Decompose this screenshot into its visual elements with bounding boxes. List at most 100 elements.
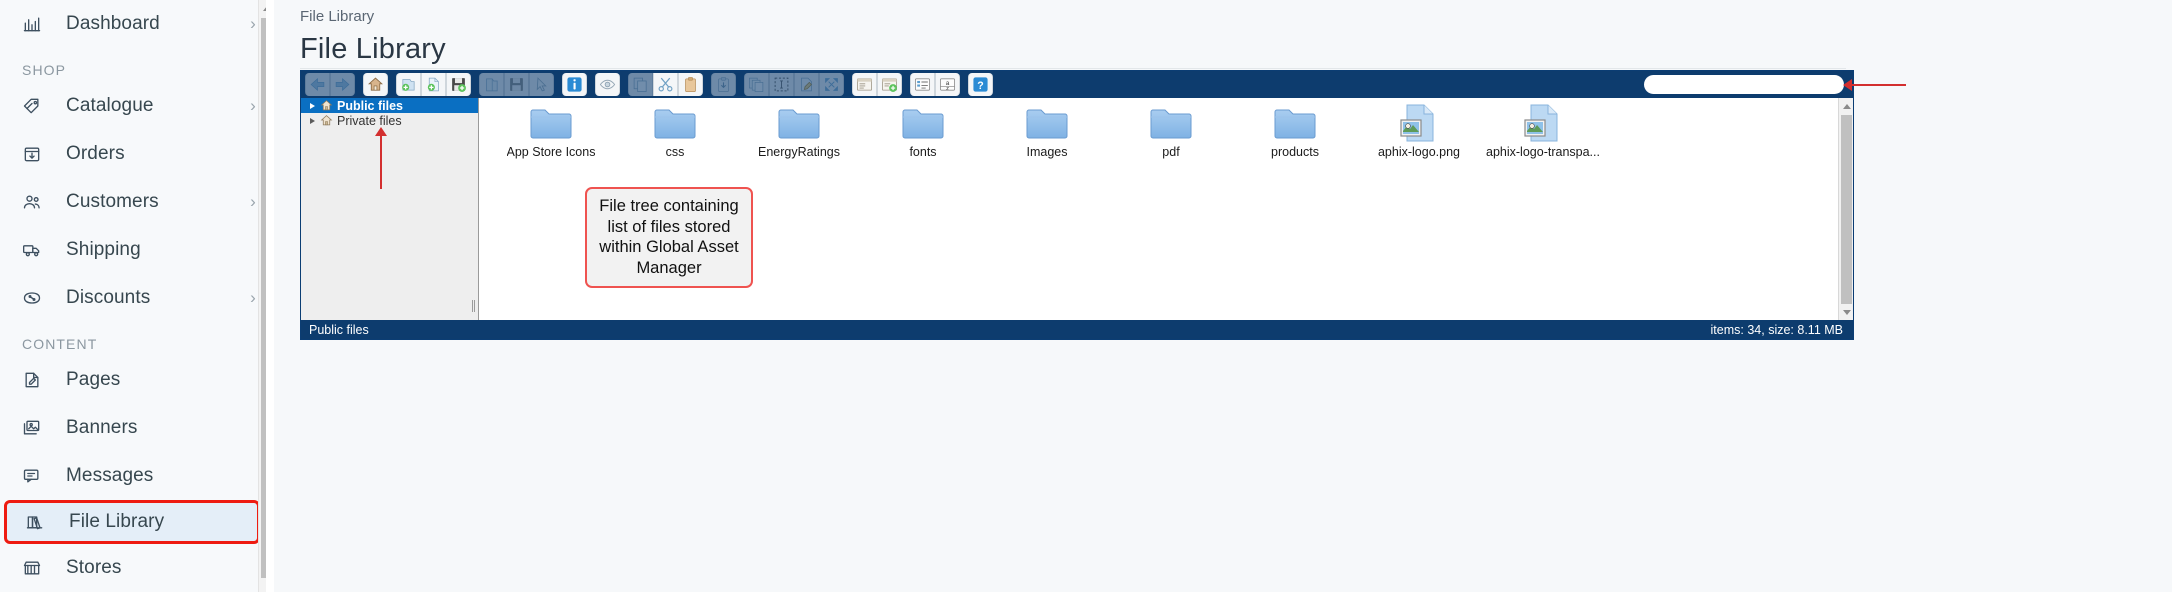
paste-special-button [711, 73, 736, 96]
file-grid-item-label: fonts [909, 145, 937, 159]
open-folder-icon [483, 76, 500, 93]
home-icon [367, 76, 384, 93]
file-grid-item[interactable]: products [1233, 104, 1357, 162]
tree-resize-handle[interactable] [472, 300, 476, 312]
file-manager-body: Public files Private files App Store Icon… [301, 98, 1853, 320]
sidebar-scroll-up-arrow[interactable] [259, 0, 266, 17]
file-manager-statusbar: Public files items: 34, size: 8.11 MB [301, 320, 1853, 339]
sidebar-scroll-thumb[interactable] [261, 18, 266, 578]
list-view-button[interactable] [910, 73, 935, 96]
tree-expand-arrow-icon[interactable] [307, 117, 318, 124]
file-grid-item-label: App Store Icons [506, 145, 596, 159]
file-grid-item[interactable]: EnergyRatings [737, 104, 861, 162]
breadcrumb[interactable]: File Library [300, 0, 1900, 25]
eye-icon [599, 76, 616, 93]
users-icon [22, 192, 56, 212]
file-grid-scrollbar[interactable] [1838, 98, 1853, 320]
toolbar-group: ? [968, 73, 993, 96]
file-grid-item[interactable]: aphix-logo.png [1357, 104, 1481, 162]
sidebar-item-label: Dashboard [66, 13, 160, 34]
marquee-select-icon [773, 76, 790, 93]
sidebar-scrollbar[interactable] [258, 0, 266, 592]
resize-button [819, 73, 844, 96]
tag-icon [22, 96, 56, 116]
paste-button[interactable] [678, 73, 703, 96]
sidebar-item-catalogue[interactable]: Catalogue › [0, 82, 266, 130]
rename-button [794, 73, 819, 96]
tree-node-label: Private files [337, 113, 402, 128]
tree-node-private-files[interactable]: Private files [301, 113, 478, 128]
sidebar-item-messages[interactable]: Messages [0, 452, 266, 500]
toolbar-group [479, 73, 554, 96]
file-grid-item-label: products [1271, 145, 1319, 159]
home-folder-icon [318, 99, 334, 112]
clipboard-down-icon [715, 76, 732, 93]
file-library-icon [25, 512, 59, 532]
help-button[interactable]: ? [968, 73, 993, 96]
tree-expand-arrow-icon[interactable] [307, 102, 318, 109]
home-button[interactable] [363, 73, 388, 96]
window-button[interactable] [852, 73, 877, 96]
sidebar-item-banners[interactable]: Banners [0, 404, 266, 452]
sidebar-item-label: Customers [66, 191, 159, 212]
file-grid-item[interactable]: css [613, 104, 737, 162]
cut-button[interactable] [653, 73, 678, 96]
percent-tag-icon [22, 288, 56, 308]
sidebar-item-label: File Library [69, 511, 165, 532]
new-folder-button[interactable] [396, 73, 421, 96]
sidebar-item-discounts[interactable]: Discounts › [0, 274, 266, 322]
save-button [504, 73, 529, 96]
copy-icon [632, 76, 649, 93]
sidebar-item-orders[interactable]: Orders [0, 130, 266, 178]
toolbar-group [595, 73, 620, 96]
toolbar-callout-leader-line [1850, 84, 1906, 86]
store-icon [22, 558, 56, 578]
grid-scroll-thumb[interactable] [1841, 115, 1852, 311]
file-grid: App Store Icons css EnergyRatings fonts Imag… [479, 98, 1853, 162]
window-add-icon [881, 76, 898, 93]
sort-button[interactable]: az [935, 73, 960, 96]
file-grid-item[interactable]: fonts [861, 104, 985, 162]
sidebar-item-shipping[interactable]: Shipping [0, 226, 266, 274]
folder-icon [1273, 104, 1317, 142]
upload-button[interactable] [446, 73, 471, 96]
box-icon [22, 144, 56, 164]
sidebar-item-label: Orders [66, 143, 125, 164]
file-library-screen: Dashboard › SHOP Catalogue › Orders Customers ›… [0, 0, 2172, 592]
grid-scroll-up-arrow[interactable] [1839, 98, 1853, 114]
sidebar-item-dashboard[interactable]: Dashboard › [0, 0, 266, 48]
folder-icon [901, 104, 945, 142]
status-summary: items: 34, size: 8.11 MB [1710, 322, 1843, 337]
page-title: File Library [300, 33, 446, 65]
toolbar-group [852, 73, 902, 96]
file-grid-item[interactable]: Images [985, 104, 1109, 162]
grid-scroll-down-arrow[interactable] [1839, 304, 1853, 320]
toolbar-group [363, 73, 388, 96]
sidebar-item-stores[interactable]: Stores [0, 544, 266, 592]
sidebar-item-label: Catalogue [66, 95, 154, 116]
file-grid-item-label: EnergyRatings [758, 145, 840, 159]
preview-button[interactable] [595, 73, 620, 96]
info-button[interactable] [562, 73, 587, 96]
file-grid-item[interactable]: aphix-logo-transpa... [1481, 104, 1605, 162]
file-grid-item-label: aphix-logo.png [1377, 145, 1460, 159]
new-file-button[interactable] [421, 73, 446, 96]
window-add-button[interactable] [877, 73, 902, 96]
sort-az-icon: az [939, 76, 956, 93]
tree-node-public-files[interactable]: Public files [301, 98, 478, 113]
dashboard-icon [22, 14, 56, 34]
folder-add-icon [400, 76, 417, 93]
cursor-icon [533, 76, 550, 93]
select-all-button [769, 73, 794, 96]
file-grid-item[interactable]: App Store Icons [489, 104, 613, 162]
info-icon [566, 76, 583, 93]
sidebar-item-customers[interactable]: Customers › [0, 178, 266, 226]
sidebar-section-content: CONTENT [22, 336, 98, 352]
toolbar-group: az [910, 73, 960, 96]
tree-callout-leader-line [380, 135, 382, 189]
file-tree[interactable]: Public files Private files [301, 98, 479, 320]
file-grid-item[interactable]: pdf [1109, 104, 1233, 162]
sidebar-item-pages[interactable]: Pages [0, 356, 266, 404]
sidebar-item-file-library[interactable]: File Library [4, 500, 260, 544]
search-input[interactable] [1644, 75, 1844, 94]
